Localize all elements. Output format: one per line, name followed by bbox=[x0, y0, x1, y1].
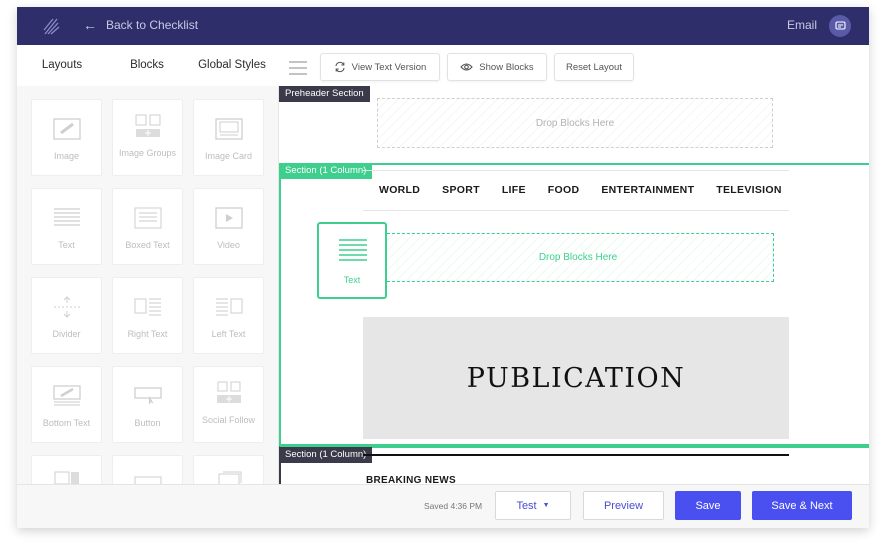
block-label: Right Text bbox=[127, 329, 168, 339]
dragging-block-label: Text bbox=[343, 275, 361, 285]
divider-icon bbox=[53, 296, 80, 318]
block-bottom-text[interactable]: Bottom Text bbox=[31, 366, 102, 443]
block-image-groups[interactable]: Image Groups bbox=[112, 99, 183, 176]
section-2-label[interactable]: Section (1 Column) bbox=[279, 447, 373, 463]
block-right-text[interactable]: Right Text bbox=[112, 277, 183, 354]
block-label: Image Groups bbox=[118, 148, 177, 158]
nav-item-world[interactable]: WORLD bbox=[379, 184, 420, 196]
block-partial[interactable] bbox=[193, 455, 264, 484]
email-comment-button[interactable] bbox=[829, 15, 851, 37]
text-icon bbox=[339, 239, 367, 261]
preview-button[interactable]: Preview bbox=[583, 491, 664, 520]
block-placeholder-icon bbox=[54, 471, 79, 484]
caret-down-icon: ▼ bbox=[542, 502, 550, 509]
test-label: Test bbox=[516, 499, 537, 512]
section-1-label[interactable]: Section (1 Column) bbox=[279, 163, 373, 179]
view-text-version-button[interactable]: View Text Version bbox=[320, 53, 440, 81]
block-label: Left Text bbox=[211, 329, 246, 339]
dragging-text-block[interactable]: Text bbox=[317, 222, 387, 299]
nav-bottom-divider bbox=[363, 210, 789, 211]
block-partial[interactable] bbox=[31, 455, 102, 484]
refresh-icon bbox=[335, 61, 345, 73]
back-label: Back to Checklist bbox=[106, 18, 199, 32]
social-follow-icon bbox=[216, 381, 241, 403]
show-blocks-label: Show Blocks bbox=[479, 61, 534, 73]
block-placeholder-icon bbox=[134, 476, 161, 484]
test-dropdown[interactable]: Test ▼ bbox=[495, 491, 571, 520]
nav-top-divider bbox=[363, 170, 789, 171]
boxed-text-icon bbox=[134, 207, 161, 229]
nav-item-television[interactable]: TELEVISION bbox=[716, 184, 781, 196]
block-boxed-text[interactable]: Boxed Text bbox=[112, 188, 183, 265]
block-label: Video bbox=[217, 240, 240, 250]
saved-status: Saved 4:36 PM bbox=[424, 501, 483, 511]
arrow-left-icon: ← bbox=[83, 17, 97, 33]
app-logo-icon[interactable] bbox=[41, 16, 61, 36]
block-partial[interactable] bbox=[112, 455, 183, 484]
bottom-bar: Saved 4:36 PM Test ▼ Preview Save Save &… bbox=[17, 484, 869, 528]
show-blocks-button[interactable]: Show Blocks bbox=[447, 53, 547, 81]
text-icon bbox=[53, 208, 80, 226]
block-label: Text bbox=[58, 240, 75, 250]
eye-icon bbox=[460, 63, 474, 71]
tab-blocks[interactable]: Blocks bbox=[107, 45, 187, 91]
block-label: Bottom Text bbox=[42, 418, 91, 428]
email-label: Email bbox=[786, 18, 817, 32]
image-card-icon bbox=[214, 118, 243, 140]
tabs-toolbar-row: Layouts Blocks Global Styles View Text V… bbox=[17, 45, 869, 92]
app-window: ← Back to Checklist Email Layouts Blocks… bbox=[17, 7, 869, 528]
breaking-news-heading: BREAKING NEWS bbox=[366, 475, 457, 484]
block-image[interactable]: Image bbox=[31, 99, 102, 176]
nav-item-food[interactable]: FOOD bbox=[548, 184, 580, 196]
back-to-checklist-link[interactable]: ← Back to Checklist bbox=[83, 17, 198, 33]
save-next-button[interactable]: Save & Next bbox=[752, 491, 852, 520]
block-divider[interactable]: Divider bbox=[31, 277, 102, 354]
nav-item-entertainment[interactable]: ENTERTAINMENT bbox=[601, 184, 694, 196]
block-button[interactable]: Button bbox=[112, 366, 183, 443]
reset-layout-button[interactable]: Reset Layout bbox=[554, 53, 634, 81]
block-label: Button bbox=[134, 418, 161, 428]
block-placeholder-icon bbox=[218, 471, 241, 484]
button-icon bbox=[133, 387, 162, 405]
breaking-divider bbox=[363, 454, 789, 456]
top-bar: ← Back to Checklist Email bbox=[17, 7, 869, 45]
block-label: Social Follow bbox=[201, 415, 256, 425]
block-video[interactable]: Video bbox=[193, 188, 264, 265]
nav-menu: WORLD SPORT LIFE FOOD ENTERTAINMENT TELE… bbox=[379, 184, 782, 196]
view-text-version-label: View Text Version bbox=[351, 61, 427, 73]
email-canvas: Preheader Section Drop Blocks Here Secti… bbox=[279, 86, 869, 484]
nav-item-sport[interactable]: SPORT bbox=[442, 184, 480, 196]
right-text-icon bbox=[134, 298, 161, 316]
save-button[interactable]: Save bbox=[675, 491, 741, 520]
nav-item-life[interactable]: LIFE bbox=[502, 184, 526, 196]
publication-header-image[interactable]: PUBLICATION bbox=[363, 317, 789, 439]
preheader-dropzone[interactable]: Drop Blocks Here bbox=[377, 98, 773, 148]
block-left-text[interactable]: Left Text bbox=[193, 277, 264, 354]
block-social-follow[interactable]: Social Follow bbox=[193, 366, 264, 443]
block-label: Boxed Text bbox=[125, 240, 170, 250]
bottom-text-icon bbox=[52, 385, 81, 406]
blocks-panel: Image Image Groups Image Card Text Boxed… bbox=[17, 86, 279, 484]
block-label: Divider bbox=[52, 329, 81, 339]
reset-layout-label: Reset Layout bbox=[566, 61, 622, 73]
left-text-icon bbox=[215, 298, 242, 316]
block-label: Image Card bbox=[204, 151, 253, 161]
block-label: Image bbox=[53, 151, 79, 161]
preheader-section-label[interactable]: Preheader Section bbox=[279, 86, 370, 102]
comment-icon bbox=[834, 20, 846, 30]
image-icon bbox=[52, 118, 81, 140]
image-groups-icon bbox=[135, 114, 160, 137]
video-icon bbox=[214, 207, 243, 229]
menu-icon[interactable] bbox=[289, 61, 307, 75]
tab-global-styles[interactable]: Global Styles bbox=[192, 45, 272, 91]
block-text[interactable]: Text bbox=[31, 188, 102, 265]
tab-layouts[interactable]: Layouts bbox=[17, 45, 107, 91]
block-image-card[interactable]: Image Card bbox=[193, 99, 264, 176]
active-dropzone[interactable]: Drop Blocks Here bbox=[382, 233, 774, 282]
